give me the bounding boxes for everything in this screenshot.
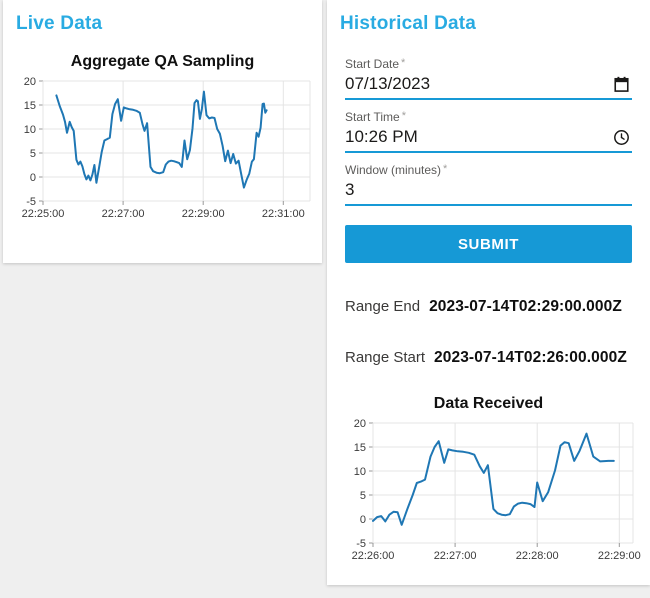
required-asterisk: *	[401, 57, 406, 69]
svg-text:15: 15	[24, 100, 36, 112]
svg-text:5: 5	[359, 490, 365, 502]
start-date-value[interactable]: 07/13/2023	[345, 74, 430, 94]
svg-text:22:28:00: 22:28:00	[515, 550, 558, 562]
start-time-field: Start Time * 10:26 PM	[345, 110, 632, 153]
svg-text:10: 10	[24, 124, 36, 136]
historical-chart: -5 0 5 10 15 20 22:26:00 22:27:00 22:28:00 22:29:…	[351, 418, 640, 562]
range-end-value: 2023-07-14T02:29:00.000Z	[429, 298, 622, 315]
svg-text:-5: -5	[26, 196, 36, 208]
start-time-value[interactable]: 10:26 PM	[345, 127, 418, 147]
start-date-field: Start Date * 07/13/2023	[345, 57, 632, 100]
live-chart-block: Aggregate QA Sampling -5 0 5 10 15 20 22:25:00…	[3, 53, 322, 227]
live-chart: -5 0 5 10 15 20 22:25:00 22:27:00 22:29:00 22:31:…	[22, 76, 311, 220]
live-data-title: Live Data	[16, 13, 103, 34]
svg-text:22:29:00: 22:29:00	[182, 208, 225, 220]
window-minutes-input[interactable]: 3	[345, 179, 632, 206]
live-chart-title: Aggregate QA Sampling	[70, 53, 255, 70]
svg-text:0: 0	[359, 514, 365, 526]
start-time-label: Start Time *	[345, 110, 406, 124]
svg-text:22:27:00: 22:27:00	[102, 208, 145, 220]
svg-text:22:29:00: 22:29:00	[597, 550, 640, 562]
start-date-label: Start Date *	[345, 57, 406, 71]
svg-text:10: 10	[353, 466, 365, 478]
required-asterisk: *	[443, 163, 448, 175]
window-minutes-value[interactable]: 3	[345, 180, 354, 200]
start-date-input[interactable]: 07/13/2023	[345, 73, 632, 100]
calendar-icon[interactable]	[613, 76, 630, 93]
svg-text:20: 20	[353, 418, 365, 430]
svg-text:15: 15	[353, 442, 365, 454]
svg-text:22:26:00: 22:26:00	[351, 550, 394, 562]
historical-form: Start Date * 07/13/2023 Start Time * 10:…	[327, 57, 650, 206]
range-end-row: Range End 2023-07-14T02:29:00.000Z	[327, 298, 650, 316]
svg-text:5: 5	[30, 148, 36, 160]
svg-text:0: 0	[30, 172, 36, 184]
range-start-label: Range Start	[345, 349, 426, 366]
range-start-row: Range Start 2023-07-14T02:26:00.000Z	[327, 349, 650, 367]
clock-icon[interactable]	[613, 129, 630, 146]
start-time-input[interactable]: 10:26 PM	[345, 126, 632, 153]
range-end-label: Range End	[345, 298, 421, 315]
historical-chart-title: Data Received	[433, 395, 544, 412]
required-asterisk: *	[401, 110, 406, 122]
svg-text:-5: -5	[356, 538, 366, 550]
dashboard: Live Data Aggregate QA Sampling -5 0 5 10 15…	[0, 0, 650, 585]
svg-text:22:27:00: 22:27:00	[433, 550, 476, 562]
historical-chart-block: Data Received -5 0 5 10 15 20 22:26:00 22:27:00…	[327, 395, 650, 569]
svg-text:22:31:00: 22:31:00	[262, 208, 305, 220]
submit-button[interactable]: SUBMIT	[345, 225, 632, 263]
live-data-panel: Live Data Aggregate QA Sampling -5 0 5 10 15…	[3, 0, 322, 263]
historical-data-title: Historical Data	[340, 13, 477, 34]
svg-text:20: 20	[24, 76, 36, 88]
window-minutes-label: Window (minutes) *	[345, 163, 448, 177]
svg-text:22:25:00: 22:25:00	[22, 208, 65, 220]
window-minutes-field: Window (minutes) * 3	[345, 163, 632, 206]
range-start-value: 2023-07-14T02:26:00.000Z	[434, 349, 627, 366]
historical-data-panel: Historical Data Start Date* 07/13/2023	[327, 0, 650, 585]
